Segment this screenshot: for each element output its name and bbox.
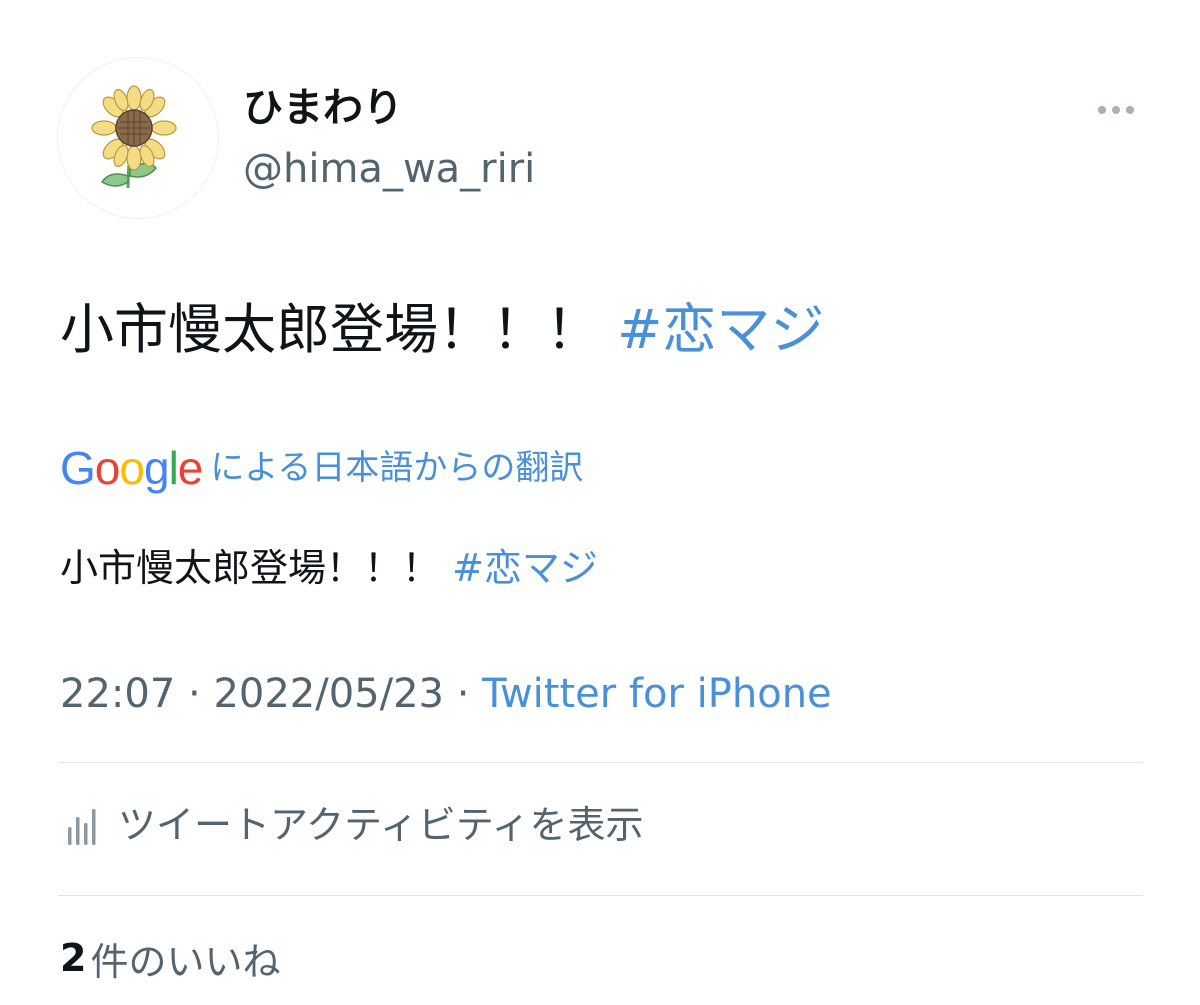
- username[interactable]: @hima_wa_riri: [243, 143, 535, 195]
- bar-chart-icon: [68, 809, 96, 845]
- tweet-activity-label: ツイートアクティビティを表示: [118, 803, 644, 847]
- divider: [58, 762, 1143, 763]
- tweet-hashtag-link[interactable]: #恋マジ: [617, 298, 824, 361]
- likes-count: 2: [60, 936, 87, 980]
- more-options-icon[interactable]: [1090, 96, 1142, 124]
- tweet-date[interactable]: 2022/05/23: [213, 671, 444, 717]
- tweet-text: 小市慢太郎登場！！！ #恋マジ: [60, 296, 824, 364]
- sunflower-icon: [91, 85, 177, 189]
- translated-body: 小市慢太郎登場！！！: [60, 546, 453, 590]
- google-logo: Google: [60, 442, 203, 494]
- avatar[interactable]: [58, 58, 218, 218]
- likes-label: 件のいいね: [90, 939, 281, 984]
- tweet-meta: 22:07 · 2022/05/23 · Twitter for iPhone: [60, 664, 832, 724]
- translation-label[interactable]: による日本語からの翻訳: [210, 440, 583, 496]
- tweet-time[interactable]: 22:07: [60, 671, 175, 717]
- meta-separator: ·: [175, 671, 214, 717]
- meta-separator: ·: [443, 671, 483, 717]
- translated-hashtag-link[interactable]: #恋マジ: [452, 546, 598, 590]
- tweet-body: 小市慢太郎登場！！！: [60, 298, 618, 361]
- divider: [58, 895, 1143, 896]
- translated-text: 小市慢太郎登場！！！ #恋マジ: [60, 540, 598, 596]
- display-name[interactable]: ひまわり: [243, 82, 403, 134]
- likes-summary[interactable]: 2 件のいいね: [60, 928, 280, 988]
- translation-header[interactable]: Google による日本語からの翻訳: [60, 440, 583, 496]
- tweet-activity-button[interactable]: ツイートアクティビティを表示: [60, 795, 644, 855]
- tweet-source-link[interactable]: Twitter for iPhone: [482, 671, 832, 717]
